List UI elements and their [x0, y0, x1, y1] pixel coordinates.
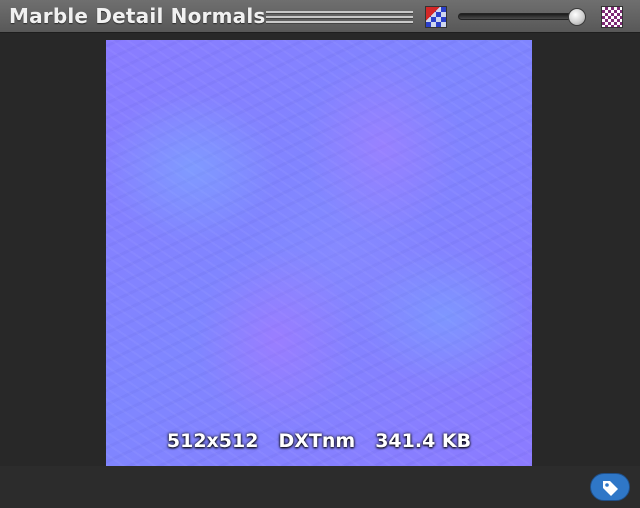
texture-format: DXTnm [278, 430, 356, 452]
texture-resolution: 512x512 [166, 430, 259, 452]
drag-grip-handle[interactable] [266, 11, 413, 24]
texture-info: 512x512 DXTnm 341.4 KB [106, 430, 532, 452]
asset-labels-button[interactable] [590, 473, 630, 501]
normal-map-texture: 512x512 DXTnm 341.4 KB [106, 40, 532, 466]
rgb-channel-icon[interactable] [425, 6, 447, 28]
alpha-checker-icon[interactable] [601, 6, 623, 28]
preview-footer [0, 466, 640, 508]
tag-icon [603, 481, 618, 496]
preview-title: Marble Detail Normals [9, 4, 266, 28]
texture-size: 341.4 KB [375, 430, 472, 452]
preview-header: Marble Detail Normals [0, 0, 640, 33]
preview-area: 512x512 DXTnm 341.4 KB [0, 33, 640, 466]
mip-slider-thumb[interactable] [568, 8, 586, 26]
mip-slider-track[interactable] [458, 13, 586, 20]
texture-preview-window: Marble Detail Normals 512x512 DXTnm 341.4 … [0, 0, 640, 508]
